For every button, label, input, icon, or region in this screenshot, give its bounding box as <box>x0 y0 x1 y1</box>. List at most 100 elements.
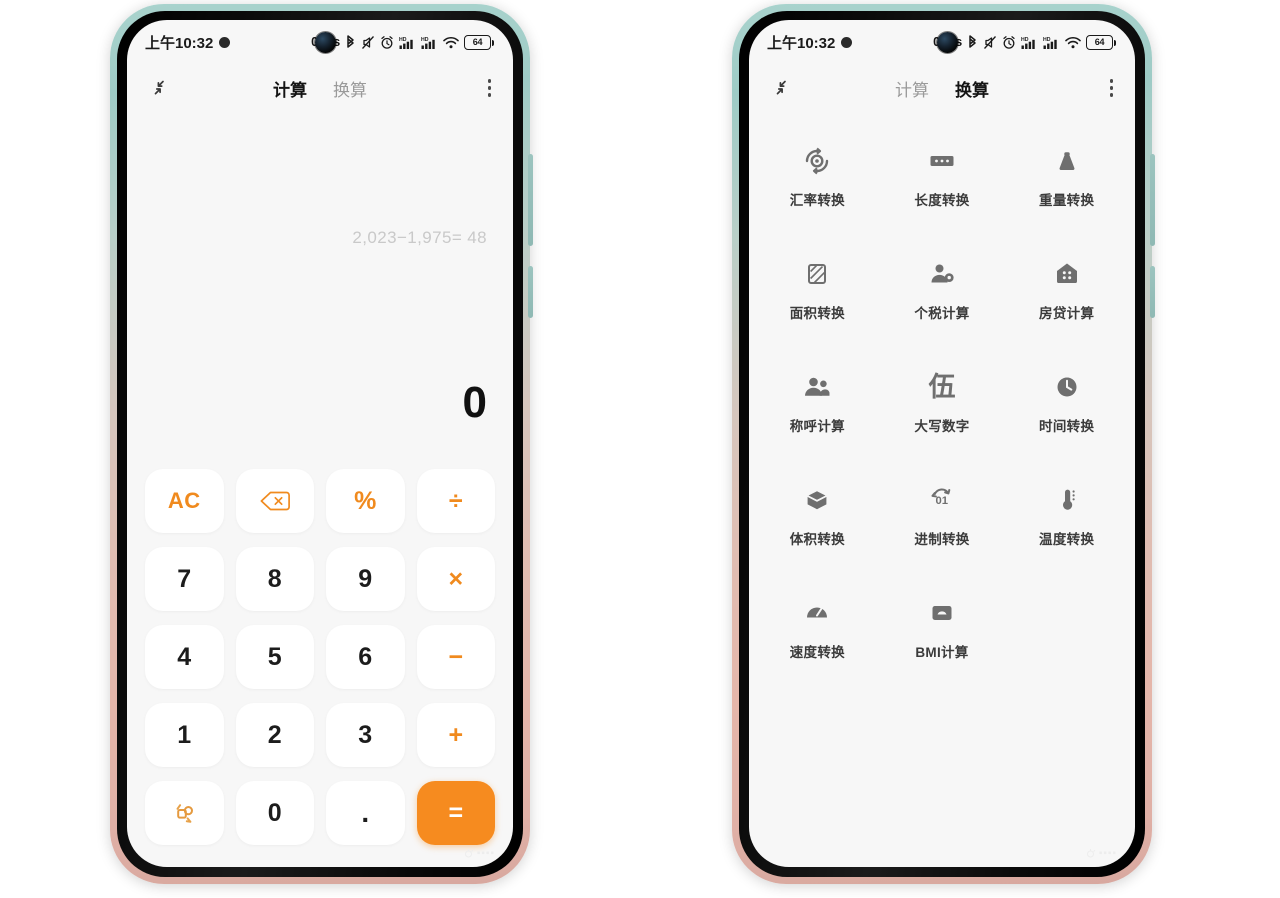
watermark-text: ▪▪▪▪ <box>476 848 495 859</box>
converter-item-bmi[interactable]: BMI计算 <box>880 590 1005 669</box>
power-button-right[interactable] <box>1150 266 1155 318</box>
key-backspace[interactable] <box>235 469 314 533</box>
volume-button-right[interactable] <box>1150 154 1155 246</box>
chinese-numeral-glyph: 伍 <box>928 371 956 402</box>
tab-converter[interactable]: 换算 <box>333 76 367 101</box>
volume-button-left[interactable] <box>528 154 533 246</box>
key-8[interactable]: 8 <box>235 547 314 611</box>
power-button-left[interactable] <box>528 266 533 318</box>
status-bar-left: 上午10:32 <box>145 32 231 53</box>
phone-screen-calculator: 上午10:32 0 K/s <box>127 20 513 867</box>
status-time-2: 上午10:32 <box>767 34 836 52</box>
chinese-numeral-icon: 伍 <box>927 372 957 402</box>
kebab-menu-icon[interactable] <box>487 79 491 97</box>
converter-label: 汇率转换 <box>789 193 845 208</box>
watermark-text-2: ▪▪▪▪ <box>1098 848 1117 859</box>
phone-device-calculator: 上午10:32 0 K/s <box>110 4 533 884</box>
collapse-icon[interactable] <box>147 75 173 101</box>
converter-label: 温度转换 <box>1039 532 1095 547</box>
converter-label: 称呼计算 <box>789 419 845 434</box>
key-9[interactable]: 9 <box>326 547 405 611</box>
battery-icon-2: 64 <box>1086 34 1117 50</box>
converter-item-currency[interactable]: 汇率转换 <box>755 138 880 217</box>
key-percent[interactable]: % <box>326 469 405 533</box>
key-subtract[interactable]: − <box>416 625 495 689</box>
front-camera-punch-hole <box>315 32 336 53</box>
converter-label: 速度转换 <box>789 645 845 660</box>
key-3[interactable]: 3 <box>326 703 405 767</box>
signal-hd-1-icon: HD <box>399 35 416 50</box>
key-divide[interactable]: ÷ <box>416 469 495 533</box>
converter-body: 汇率转换 长度转换 重量转换 面积转换 个税计算 房贷计算 称呼计算 伍 大写数… <box>749 112 1135 867</box>
converter-item-speed[interactable]: 速度转换 <box>755 590 880 669</box>
kebab-menu-icon-2[interactable] <box>1109 79 1113 97</box>
signal-hd-1-icon-2: HD <box>1021 35 1038 50</box>
cube-icon <box>802 485 832 515</box>
status-bar-left-2: 上午10:32 <box>767 32 853 53</box>
converter-item-weight[interactable]: 重量转换 <box>1004 138 1129 217</box>
ruler-icon <box>927 146 957 176</box>
collapse-icon-2[interactable] <box>769 75 795 101</box>
status-bar: 上午10:32 0 K/s <box>127 20 513 64</box>
battery-icon: 64 <box>464 34 495 50</box>
status-bar-2: 上午10:32 0 K/s <box>749 20 1135 64</box>
calculator-display: 0 <box>462 378 487 427</box>
key-5[interactable]: 5 <box>235 625 314 689</box>
alarm-icon-2 <box>1002 35 1016 50</box>
key-4[interactable]: 4 <box>145 625 224 689</box>
calculation-history: 2,023−1,975= 48 <box>352 228 487 247</box>
area-icon <box>802 259 832 289</box>
dnd-dot-icon-2 <box>841 36 853 48</box>
converter-item-length[interactable]: 长度转换 <box>880 138 1005 217</box>
converter-label: 大写数字 <box>914 419 970 434</box>
people-icon <box>802 372 832 402</box>
key-multiply[interactable]: × <box>416 547 495 611</box>
clock-icon <box>1052 372 1082 402</box>
converter-item-income-tax[interactable]: 个税计算 <box>880 251 1005 330</box>
converter-item-temperature[interactable]: 温度转换 <box>1004 477 1129 556</box>
tab-calculator-2[interactable]: 计算 <box>895 76 929 101</box>
key-0[interactable]: 0 <box>235 781 314 845</box>
battery-level-label: 64 <box>472 37 483 47</box>
converter-item-chinese-numeral[interactable]: 伍 大写数字 <box>880 364 1005 443</box>
svg-text:HD: HD <box>399 37 407 43</box>
app-header: 计算 换算 <box>127 64 513 112</box>
mute-icon <box>361 35 375 50</box>
converter-item-kinship[interactable]: 称呼计算 <box>755 364 880 443</box>
key-add[interactable]: + <box>416 703 495 767</box>
bluetooth-icon <box>345 34 356 50</box>
battery-level-label-2: 64 <box>1094 37 1105 47</box>
svg-text:01: 01 <box>935 495 948 507</box>
status-bar-right: 0 K/s HD <box>311 34 495 50</box>
converter-item-mortgage[interactable]: 房贷计算 <box>1004 251 1129 330</box>
watermark-2: ▪▪▪▪ <box>1085 848 1117 859</box>
key-all-clear[interactable]: AC <box>145 469 224 533</box>
converter-label: 体积转换 <box>789 532 845 547</box>
wifi-icon <box>443 35 459 50</box>
tab-converter-2[interactable]: 换算 <box>955 76 989 101</box>
key-7[interactable]: 7 <box>145 547 224 611</box>
currency-exchange-icon <box>802 146 832 176</box>
binary-icon: 01 <box>927 485 957 515</box>
converter-item-time[interactable]: 时间转换 <box>1004 364 1129 443</box>
converter-item-base[interactable]: 01 进制转换 <box>880 477 1005 556</box>
phone-bezel: 上午10:32 0 K/s <box>117 11 523 877</box>
header-tabs: 计算 换算 <box>127 76 513 101</box>
key-decimal[interactable]: . <box>326 781 405 845</box>
signal-hd-2-icon-2: HD <box>1043 35 1060 50</box>
house-icon <box>1052 259 1082 289</box>
key-1[interactable]: 1 <box>145 703 224 767</box>
phone-screen-converter: 上午10:32 0 K/s <box>749 20 1135 867</box>
key-equals[interactable]: = <box>416 781 495 845</box>
converter-item-volume[interactable]: 体积转换 <box>755 477 880 556</box>
weight-icon <box>1052 146 1082 176</box>
converter-label: BMI计算 <box>915 645 969 660</box>
converter-label: 个税计算 <box>914 306 970 321</box>
converter-item-area[interactable]: 面积转换 <box>755 251 880 330</box>
tab-calculator[interactable]: 计算 <box>273 76 307 101</box>
key-scientific[interactable] <box>145 781 224 845</box>
key-2[interactable]: 2 <box>235 703 314 767</box>
converter-label: 房贷计算 <box>1039 306 1095 321</box>
key-6[interactable]: 6 <box>326 625 405 689</box>
converter-label: 进制转换 <box>914 532 970 547</box>
